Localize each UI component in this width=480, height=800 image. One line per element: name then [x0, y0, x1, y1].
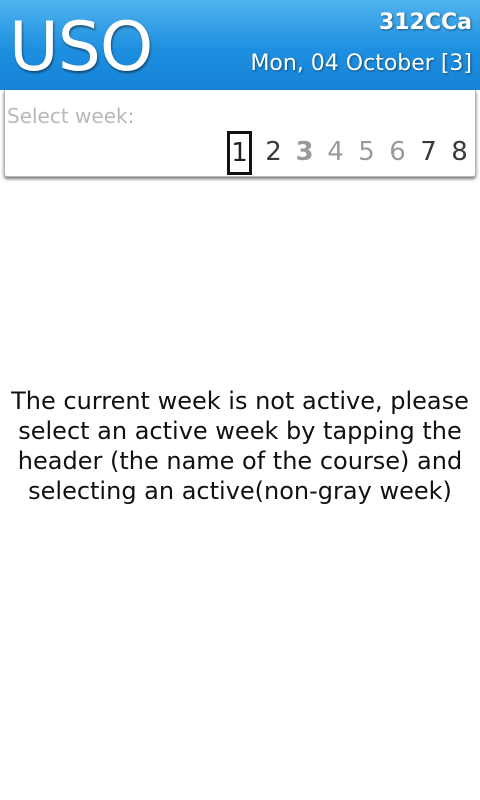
week-6-button[interactable]: 6 [382, 131, 413, 175]
week-7-button[interactable]: 7 [413, 131, 444, 175]
course-name[interactable]: USO [9, 9, 153, 87]
week-selector-panel: Select week: 1 2 3 4 5 6 7 8 [4, 90, 476, 177]
current-date: Mon, 04 October [3] [250, 51, 472, 76]
course-header[interactable]: USO 312CCa Mon, 04 October [3] [0, 0, 480, 90]
week-5-button[interactable]: 5 [351, 131, 382, 175]
select-week-label: Select week: [7, 104, 135, 128]
week-list: 1 2 3 4 5 6 7 8 [227, 129, 475, 177]
week-3-button[interactable]: 3 [289, 131, 320, 175]
week-8-button[interactable]: 8 [444, 131, 475, 175]
course-code: 312CCa [378, 10, 472, 35]
inactive-week-message: The current week is not active, please s… [11, 387, 469, 505]
week-1-button[interactable]: 1 [227, 131, 252, 175]
week-4-button[interactable]: 4 [320, 131, 351, 175]
week-2-button[interactable]: 2 [258, 131, 289, 175]
